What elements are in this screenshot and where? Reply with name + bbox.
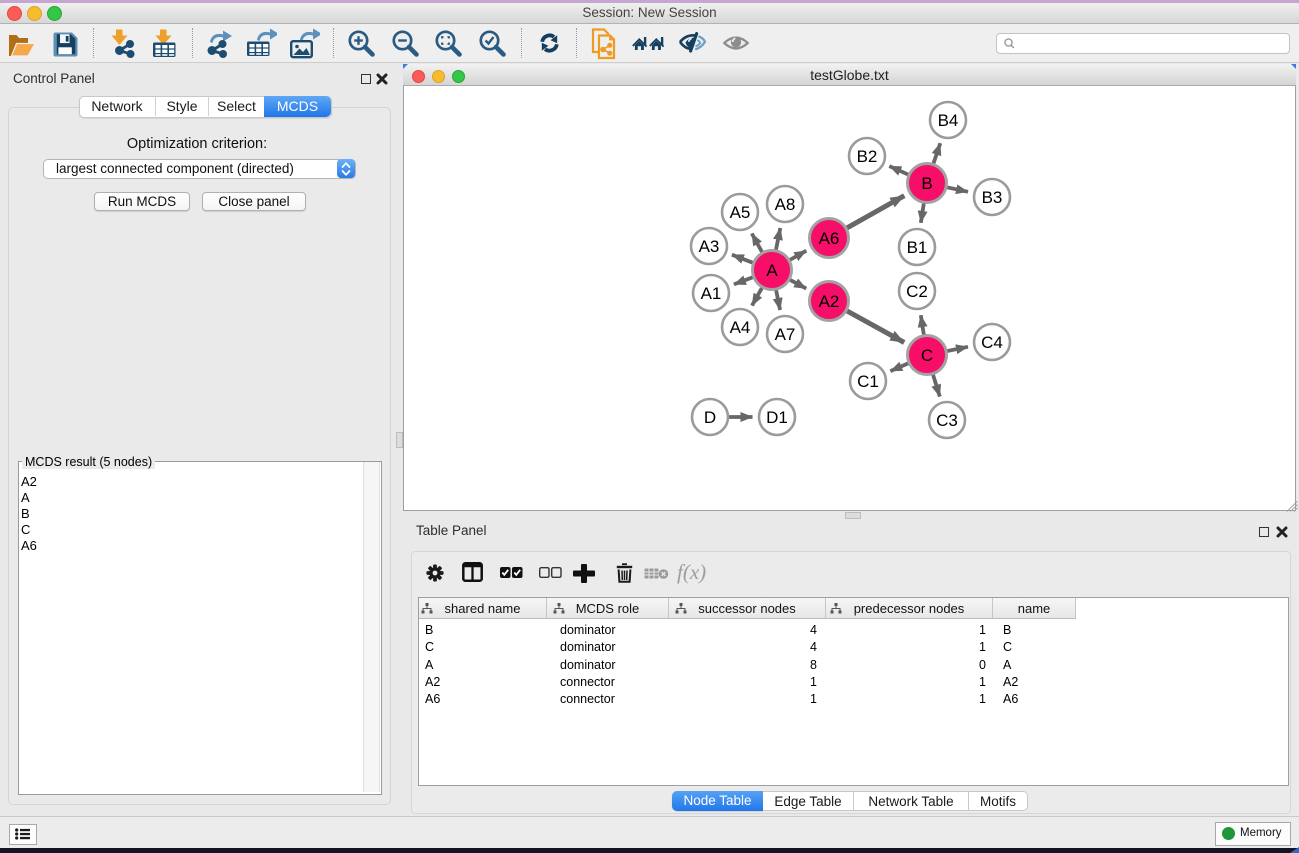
svg-text:A4: A4 xyxy=(730,318,751,337)
svg-text:A7: A7 xyxy=(775,325,796,344)
svg-text:C3: C3 xyxy=(936,411,958,430)
svg-text:D: D xyxy=(704,408,716,427)
svg-text:C: C xyxy=(921,346,933,365)
svg-text:B: B xyxy=(921,174,932,193)
svg-text:A5: A5 xyxy=(730,203,751,222)
svg-text:B3: B3 xyxy=(982,188,1003,207)
svg-text:C4: C4 xyxy=(981,333,1003,352)
svg-text:C1: C1 xyxy=(857,372,879,391)
svg-text:A6: A6 xyxy=(819,229,840,248)
svg-text:C2: C2 xyxy=(906,282,928,301)
svg-text:A: A xyxy=(766,261,778,280)
svg-text:A8: A8 xyxy=(775,195,796,214)
svg-text:A1: A1 xyxy=(701,284,722,303)
svg-text:A3: A3 xyxy=(699,237,720,256)
svg-text:D1: D1 xyxy=(766,408,788,427)
svg-text:B4: B4 xyxy=(938,111,959,130)
svg-text:B2: B2 xyxy=(857,147,878,166)
svg-text:A2: A2 xyxy=(819,292,840,311)
svg-text:B1: B1 xyxy=(907,238,928,257)
